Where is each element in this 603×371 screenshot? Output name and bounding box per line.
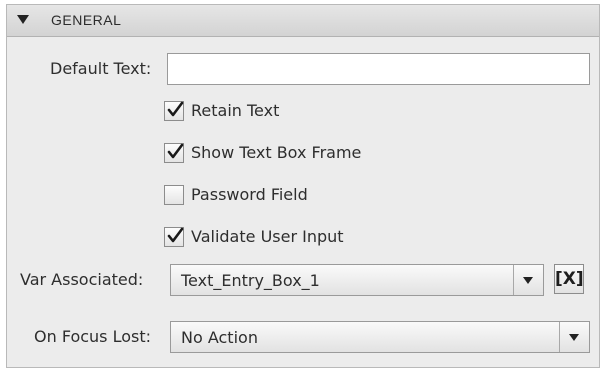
chevron-down-icon <box>569 334 579 341</box>
checkmark-icon <box>167 227 184 243</box>
default-text-input[interactable] <box>167 53 590 85</box>
default-text-label: Default Text: <box>50 59 152 78</box>
dropdown-button[interactable] <box>559 322 589 352</box>
collapse-arrow-icon[interactable] <box>17 15 29 24</box>
checkbox-box[interactable] <box>164 143 184 163</box>
section-title: GENERAL <box>51 12 122 28</box>
dropdown-button[interactable] <box>513 265 543 295</box>
password-field-label: Password Field <box>191 185 308 204</box>
var-associated-value: Text_Entry_Box_1 <box>181 271 320 290</box>
on-focus-lost-dropdown[interactable]: No Action <box>170 321 590 353</box>
checkmark-icon <box>167 143 184 159</box>
show-text-box-frame-label: Show Text Box Frame <box>191 143 362 162</box>
chevron-down-icon <box>523 277 533 284</box>
checkmark-icon <box>167 101 184 117</box>
section-header[interactable]: GENERAL <box>7 5 599 37</box>
on-focus-lost-label: On Focus Lost: <box>34 327 152 346</box>
clear-var-button[interactable]: [X] <box>554 264 584 294</box>
var-associated-dropdown[interactable]: Text_Entry_Box_1 <box>170 264 544 296</box>
checkbox-box[interactable] <box>164 227 184 247</box>
validate-user-input-label: Validate User Input <box>191 227 344 246</box>
checkbox-box[interactable] <box>164 101 184 121</box>
var-associated-label: Var Associated: <box>20 270 144 289</box>
retain-text-label: Retain Text <box>191 101 280 120</box>
on-focus-lost-value: No Action <box>181 328 258 347</box>
checkbox-box[interactable] <box>164 185 184 205</box>
